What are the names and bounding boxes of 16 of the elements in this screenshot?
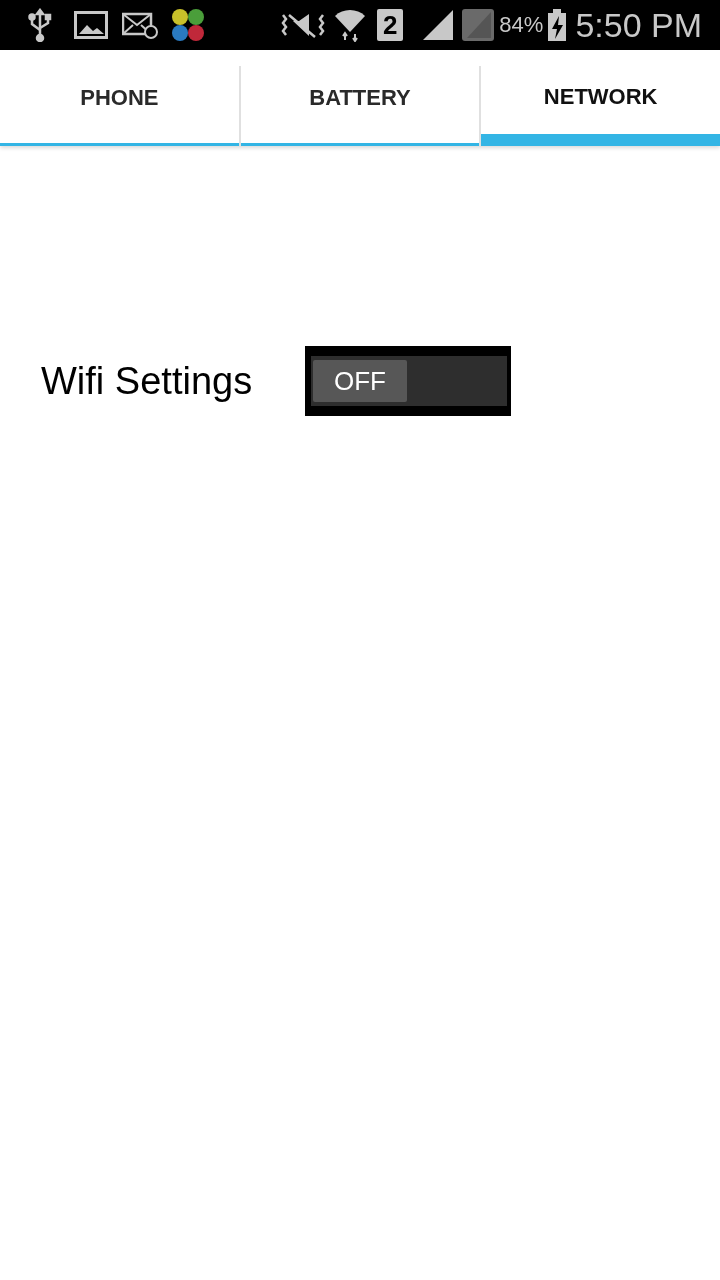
app-icon	[170, 7, 206, 43]
email-icon	[122, 11, 158, 39]
tab[interactable]: PHONE	[0, 50, 239, 146]
battery-charging-icon	[547, 8, 568, 42]
tab[interactable]: NETWORK	[481, 50, 720, 146]
battery-percent: 84%	[499, 12, 544, 38]
signal-icon	[421, 8, 456, 42]
image-icon	[74, 11, 108, 39]
tab[interactable]: BATTERY	[240, 50, 480, 146]
usb-icon	[28, 8, 52, 42]
sim-slot-badge: 2	[377, 9, 404, 41]
signal-icon	[461, 8, 496, 42]
wifi-settings-label: Wifi Settings	[41, 359, 254, 403]
wifi-icon	[333, 8, 368, 42]
clock: 5:50 PM	[575, 5, 702, 45]
wifi-toggle[interactable]: OFF	[305, 346, 511, 416]
